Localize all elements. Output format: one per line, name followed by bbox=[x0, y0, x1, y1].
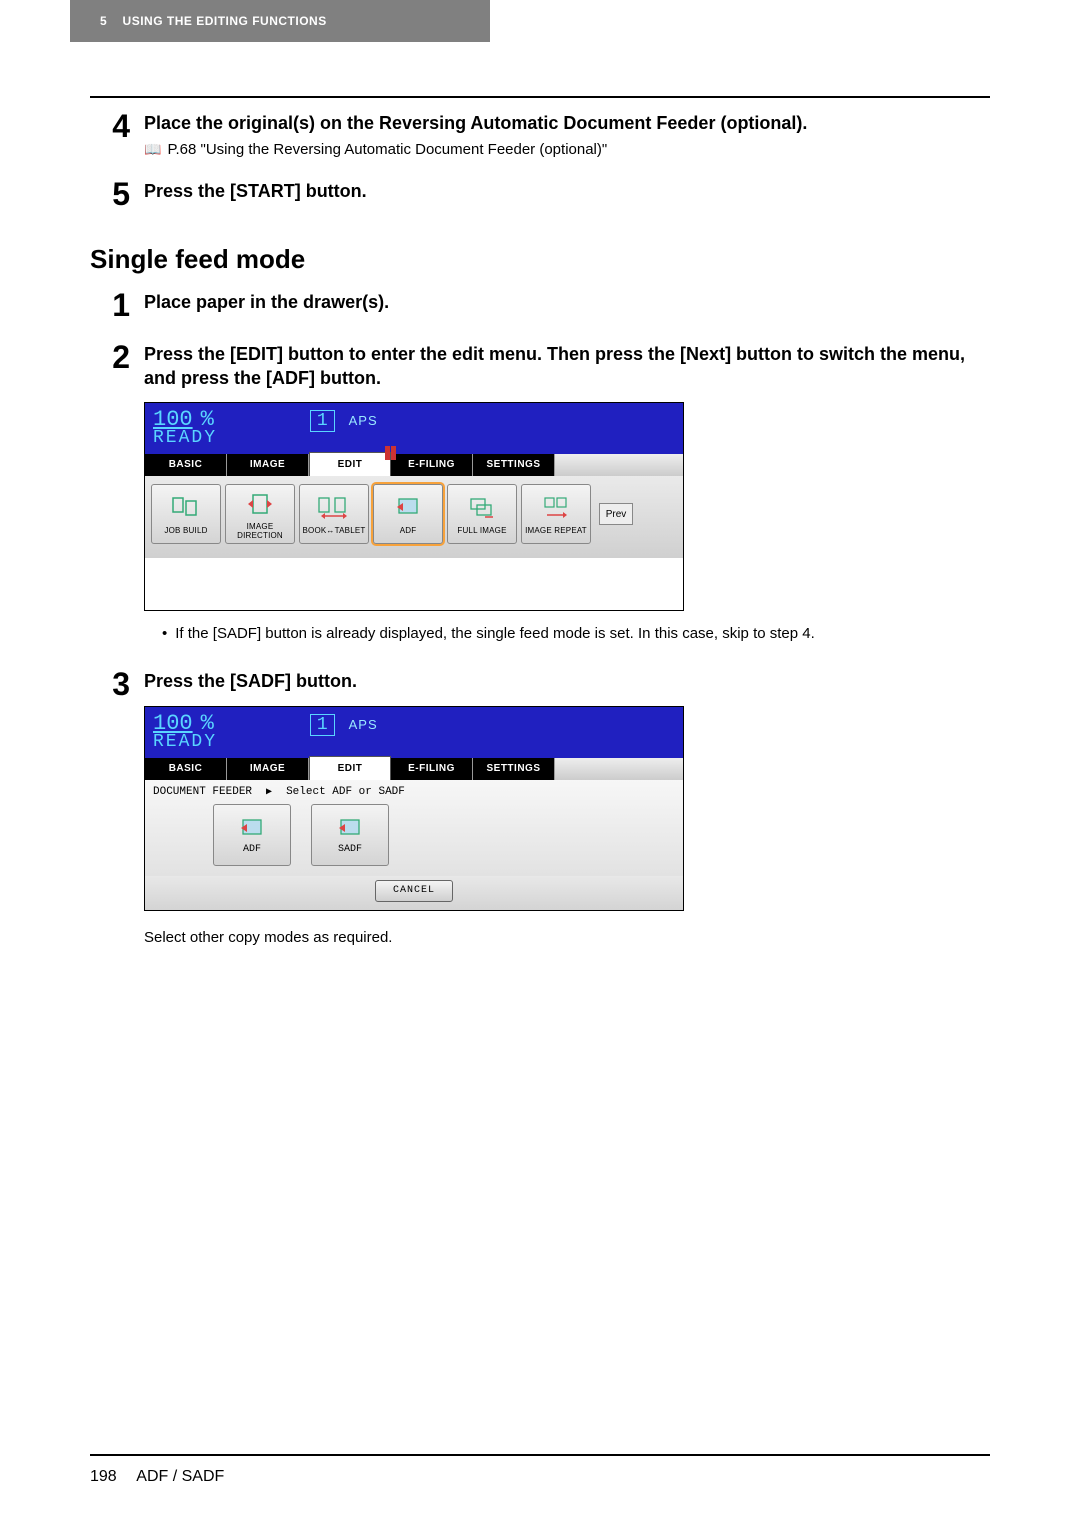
step-number: 2 bbox=[90, 341, 144, 648]
page-reference: 📖 P.68 "Using the Reversing Automatic Do… bbox=[144, 141, 990, 158]
tab-basic[interactable]: BASIC bbox=[145, 454, 227, 476]
instruction-step-2: 2 Press the [EDIT] button to enter the e… bbox=[90, 341, 990, 648]
section-heading: Single feed mode bbox=[90, 244, 990, 275]
chapter-header: 5 USING THE EDITING FUNCTIONS bbox=[70, 0, 490, 42]
panel-tabs: BASIC IMAGE EDIT E-FILING SETTINGS bbox=[145, 454, 683, 476]
instruction-step-4: 4 Place the original(s) on the Reversing… bbox=[90, 110, 990, 158]
full-image-button[interactable]: FULL IMAGE bbox=[447, 484, 517, 544]
instruction-step-5: 5 Press the [START] button. bbox=[90, 178, 990, 210]
image-repeat-icon bbox=[539, 493, 573, 523]
tab-edit[interactable]: EDIT bbox=[309, 756, 391, 780]
panel-status-bar: 100 % 1 APS READY bbox=[145, 707, 683, 758]
tab-edit[interactable]: EDIT bbox=[309, 452, 391, 476]
touchscreen-panel-sadf: 100 % 1 APS READY BASIC IMAGE EDIT E-FIL… bbox=[144, 706, 684, 911]
image-direction-button[interactable]: IMAGE DIRECTION bbox=[225, 484, 295, 544]
tool-label: IMAGE DIRECTION bbox=[226, 522, 294, 540]
step-number: 1 bbox=[90, 289, 144, 321]
book-tablet-button[interactable]: BOOK↔TABLET bbox=[299, 484, 369, 544]
cancel-button[interactable]: CANCEL bbox=[375, 880, 453, 902]
note-text: If the [SADF] button is already displaye… bbox=[175, 625, 815, 642]
step-number: 4 bbox=[90, 110, 144, 158]
page-content: 4 Place the original(s) on the Reversing… bbox=[90, 110, 990, 966]
panel-toolbar: JOB BUILD IMAGE DIRECTION BOOK↔TABLET bbox=[145, 476, 683, 558]
step-title: Press the [START] button. bbox=[144, 180, 990, 203]
reference-text: P.68 "Using the Reversing Automatic Docu… bbox=[167, 141, 607, 158]
sadf-option-button[interactable]: SADF bbox=[311, 804, 389, 866]
image-direction-icon bbox=[243, 489, 277, 519]
quantity-value: 1 bbox=[317, 715, 328, 735]
tab-efiling-label: E-FILING bbox=[408, 459, 455, 470]
breadcrumb-row: DOCUMENT FEEDER ▶ Select ADF or SADF bbox=[153, 786, 675, 798]
ready-status: READY bbox=[153, 732, 675, 752]
cancel-row: CANCEL bbox=[145, 876, 683, 910]
panel-tabs: BASIC IMAGE EDIT E-FILING SETTINGS bbox=[145, 758, 683, 780]
horizontal-rule-bottom bbox=[90, 1454, 990, 1456]
tool-label: IMAGE REPEAT bbox=[525, 526, 587, 535]
triangle-icon: ▶ bbox=[266, 786, 272, 798]
tab-efiling[interactable]: E-FILING bbox=[391, 454, 473, 476]
breadcrumb-action: Select ADF or SADF bbox=[286, 786, 405, 798]
step-title: Press the [EDIT] button to enter the edi… bbox=[144, 343, 990, 390]
full-image-icon bbox=[465, 493, 499, 523]
footer-section: ADF / SADF bbox=[136, 1468, 224, 1485]
adf-icon bbox=[235, 814, 269, 844]
step-number: 5 bbox=[90, 178, 144, 210]
touchscreen-panel-edit: 100 % 1 APS READY BASIC IMAGE EDIT E-FIL… bbox=[144, 402, 684, 611]
step-number: 3 bbox=[90, 668, 144, 945]
tool-label: ADF bbox=[400, 526, 417, 535]
option-label: ADF bbox=[243, 844, 261, 855]
step-note: • If the [SADF] button is already displa… bbox=[162, 625, 990, 642]
tab-image[interactable]: IMAGE bbox=[227, 454, 309, 476]
quantity-box: 1 bbox=[310, 410, 335, 432]
step-title: Place the original(s) on the Reversing A… bbox=[144, 112, 990, 135]
quantity-box: 1 bbox=[310, 714, 335, 736]
page-footer: 198 ADF / SADF bbox=[90, 1468, 224, 1486]
chapter-title: USING THE EDITING FUNCTIONS bbox=[123, 14, 327, 28]
instruction-step-1: 1 Place paper in the drawer(s). bbox=[90, 289, 990, 321]
bullet-icon: • bbox=[162, 625, 167, 642]
tab-efiling[interactable]: E-FILING bbox=[391, 758, 473, 780]
paper-mode-label: APS bbox=[349, 717, 378, 732]
instruction-step-3: 3 Press the [SADF] button. 100 % 1 APS R… bbox=[90, 668, 990, 945]
option-label: SADF bbox=[338, 844, 362, 855]
paper-mode-label: APS bbox=[349, 413, 378, 428]
job-build-button[interactable]: JOB BUILD bbox=[151, 484, 221, 544]
tab-settings[interactable]: SETTINGS bbox=[473, 758, 555, 780]
book-icon: 📖 bbox=[144, 141, 161, 158]
tab-settings[interactable]: SETTINGS bbox=[473, 454, 555, 476]
post-note: Select other copy modes as required. bbox=[144, 929, 990, 946]
ready-status: READY bbox=[153, 428, 675, 448]
tool-label: BOOK↔TABLET bbox=[303, 526, 366, 535]
page-number: 198 bbox=[90, 1468, 117, 1485]
panel-blank-area bbox=[145, 558, 683, 610]
adf-icon bbox=[391, 493, 425, 523]
breadcrumb-label: DOCUMENT FEEDER bbox=[153, 786, 252, 798]
tool-label: FULL IMAGE bbox=[457, 526, 506, 535]
panel-subarea: DOCUMENT FEEDER ▶ Select ADF or SADF ADF bbox=[145, 780, 683, 876]
tool-label: JOB BUILD bbox=[164, 526, 207, 535]
sadf-icon bbox=[333, 814, 367, 844]
chapter-number: 5 bbox=[100, 14, 107, 28]
image-repeat-button[interactable]: IMAGE REPEAT bbox=[521, 484, 591, 544]
tab-basic[interactable]: BASIC bbox=[145, 758, 227, 780]
step-title: Place paper in the drawer(s). bbox=[144, 291, 990, 314]
prev-button[interactable]: Prev bbox=[599, 503, 633, 525]
quantity-value: 1 bbox=[317, 411, 328, 431]
panel-status-bar: 100 % 1 APS READY bbox=[145, 403, 683, 454]
book-tablet-icon bbox=[317, 493, 351, 523]
tab-image[interactable]: IMAGE bbox=[227, 758, 309, 780]
adf-button[interactable]: ADF bbox=[373, 484, 443, 544]
job-build-icon bbox=[169, 493, 203, 523]
step-title: Press the [SADF] button. bbox=[144, 670, 990, 693]
adf-option-button[interactable]: ADF bbox=[213, 804, 291, 866]
horizontal-rule-top bbox=[90, 96, 990, 98]
